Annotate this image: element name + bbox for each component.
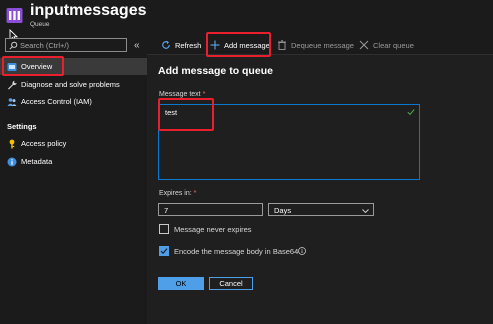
page-subtitle: Queue (30, 21, 50, 28)
highlight-add-message (206, 32, 271, 57)
message-text-label: Message text * (159, 91, 205, 98)
close-icon (359, 40, 369, 50)
info-icon[interactable] (298, 247, 306, 255)
chevron-down-icon (362, 207, 369, 214)
people-icon (7, 97, 17, 107)
expires-label: Expires in: * (159, 190, 196, 197)
sidebar-item-label: Access policy (21, 139, 67, 148)
more-options-icon[interactable]: ··· (134, 6, 147, 17)
search-input[interactable] (20, 39, 125, 51)
required-marker: * (202, 91, 206, 98)
info-icon (7, 157, 17, 167)
never-expires-label: Message never expires (174, 225, 252, 234)
sidebar-item-access-control[interactable]: Access Control (IAM) (0, 93, 147, 110)
search-box[interactable] (5, 38, 127, 52)
check-icon (160, 248, 168, 255)
collapse-sidebar-icon[interactable]: « (134, 40, 140, 51)
queue-icon (6, 7, 23, 24)
highlight-overview (2, 56, 64, 76)
wrench-icon (7, 80, 17, 90)
expires-value-input[interactable]: 7 (158, 203, 263, 216)
highlight-message-text (158, 98, 214, 131)
refresh-icon (161, 40, 171, 50)
dequeue-message-button[interactable]: Dequeue message (277, 38, 354, 52)
expires-unit-select[interactable]: Days (268, 203, 374, 216)
clear-queue-label: Clear queue (373, 40, 414, 50)
check-icon (407, 108, 415, 116)
search-icon (9, 41, 18, 50)
expires-unit-value: Days (274, 206, 292, 215)
encode-base64-checkbox[interactable] (159, 246, 169, 256)
refresh-button[interactable]: Refresh (161, 38, 201, 52)
required-marker: * (193, 190, 197, 197)
dequeue-message-label: Dequeue message (291, 40, 354, 50)
settings-section-label: Settings (7, 122, 37, 131)
refresh-label: Refresh (175, 40, 202, 50)
sidebar-item-label: Diagnose and solve problems (21, 80, 120, 89)
message-text-label-text: Message text (159, 91, 201, 98)
sidebar-item-diagnose[interactable]: Diagnose and solve problems (0, 76, 147, 93)
key-icon (7, 139, 17, 149)
ok-button[interactable]: OK (158, 277, 204, 290)
sidebar-item-metadata[interactable]: Metadata (0, 153, 147, 170)
never-expires-checkbox[interactable] (159, 224, 169, 234)
trash-icon (277, 40, 287, 50)
cancel-button[interactable]: Cancel (209, 277, 253, 290)
panel-title: Add message to queue (158, 65, 273, 77)
expires-label-text: Expires in: (159, 190, 192, 197)
sidebar-item-access-policy[interactable]: Access policy (0, 135, 147, 152)
sidebar-item-label: Access Control (IAM) (21, 97, 92, 106)
expires-value: 7 (164, 206, 169, 215)
page-title: inputmessages (30, 2, 147, 19)
sidebar-item-label: Metadata (21, 157, 53, 166)
encode-base64-label: Encode the message body in Base64 (174, 247, 299, 256)
clear-queue-button[interactable]: Clear queue (359, 38, 414, 52)
